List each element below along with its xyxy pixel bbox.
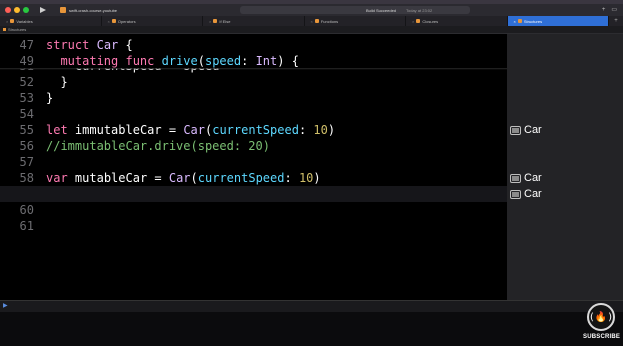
code-line[interactable]: 52 } (0, 74, 507, 90)
line-number: 47 (19, 38, 34, 52)
close-tab-icon[interactable]: × (209, 19, 211, 24)
tab-structures[interactable]: × Structures (507, 16, 609, 26)
code-line[interactable]: 55 let immutableCar = Car(currentSpeed: 1… (0, 122, 507, 138)
sidebar-toggle-icon[interactable]: ▭ (611, 6, 617, 14)
build-status: Build Succeeded (366, 7, 397, 13)
close-tab-icon[interactable]: × (6, 19, 8, 24)
jump-bar-label: Structures (8, 27, 27, 32)
tab-label: Closures (422, 18, 439, 24)
swift-file-icon (213, 19, 218, 23)
line-number: 54 (19, 107, 34, 121)
code-text: struct Car { (46, 38, 133, 52)
code-line[interactable]: 54 (0, 106, 507, 122)
run-play-icon[interactable] (40, 7, 46, 13)
tab-label: Structures (523, 18, 543, 24)
code-text: let immutableCar = Car(currentSpeed: 10) (46, 123, 336, 137)
close-window-button[interactable] (5, 7, 11, 13)
result-value[interactable]: Car (510, 122, 542, 138)
scheme-selector[interactable]: swift-crash-course-youtube (60, 6, 117, 14)
activity-viewer: Build Succeeded Today at 23:02 (240, 6, 470, 14)
line-number: 58 (19, 171, 34, 185)
line-number: 60 (19, 203, 34, 217)
line-number: 49 (19, 54, 34, 68)
close-tab-icon[interactable]: × (412, 19, 414, 24)
window-controls (5, 7, 29, 13)
playground-file-icon (3, 28, 6, 31)
swift-file-icon (10, 19, 15, 23)
code-text: mutating func drive(speed: Int) { (60, 54, 299, 68)
freecodecamp-logo-icon: (🔥) (587, 303, 615, 331)
code-line[interactable]: 61 (0, 218, 507, 234)
close-tab-icon[interactable]: × (108, 19, 110, 24)
close-tab-icon[interactable]: × (311, 19, 313, 24)
line-number: 53 (19, 91, 34, 105)
xcode-toolbar: swift-crash-course-youtube Build Succeed… (0, 4, 623, 16)
sticky-header-shadow (0, 68, 507, 70)
jump-bar[interactable]: Structures (0, 26, 623, 34)
quick-look-icon[interactable] (510, 189, 521, 199)
quick-look-icon[interactable] (510, 173, 521, 183)
debug-bar: ▶ (0, 300, 623, 312)
swift-icon (60, 7, 66, 13)
tab-variables[interactable]: × Variables (0, 16, 102, 26)
subscribe-label: SUBSCRIBE (583, 334, 621, 340)
results-sidebar (507, 34, 623, 300)
tab-closures[interactable]: × Closures (406, 16, 508, 26)
line-number: 57 (19, 155, 34, 169)
toolbar-right-controls: + ▭ (602, 6, 617, 14)
line-number: 55 (19, 123, 34, 137)
freecodecamp-subscribe-badge[interactable]: (🔥) SUBSCRIBE (583, 303, 621, 343)
result-value[interactable]: Car (510, 186, 542, 202)
minimize-window-button[interactable] (14, 7, 20, 13)
code-text: } (46, 91, 54, 105)
code-editor[interactable]: 51 currentSpeed = speed52 }53}5455let im… (0, 34, 507, 300)
result-text: Car (524, 188, 542, 200)
code-text: } (46, 75, 68, 89)
close-tab-icon[interactable]: × (514, 19, 516, 24)
current-line-highlight (0, 186, 507, 202)
sticky-code-line[interactable]: 47 struct Car { (0, 37, 507, 53)
result-text: Car (524, 124, 542, 136)
swift-file-icon (416, 19, 421, 23)
code-line[interactable]: 53} (0, 90, 507, 106)
swift-file-icon (517, 19, 522, 23)
sticky-code-line[interactable]: 49 mutating func drive(speed: Int) { (0, 53, 507, 69)
tab-label: Operators (117, 18, 136, 24)
tab-label: Functions (320, 18, 339, 24)
editor-tab-bar: × Variables × Operators × If Else × Functions × C… (0, 16, 623, 26)
line-number: 52 (19, 75, 34, 89)
scheme-label: swift-crash-course-youtube (69, 7, 118, 13)
quick-look-icon[interactable] (510, 125, 521, 135)
sticky-scope-header: 47 struct Car {49 mutating func drive(spe… (0, 34, 507, 68)
plus-icon[interactable]: + (602, 6, 606, 14)
tab-operators[interactable]: × Operators (102, 16, 203, 26)
tab-label: Variables (16, 18, 33, 24)
swift-file-icon (314, 19, 319, 23)
add-tab-icon[interactable]: + (609, 16, 623, 26)
zoom-window-button[interactable] (23, 7, 29, 13)
code-line[interactable]: 58 var mutableCar = Car(currentSpeed: 10) (0, 170, 507, 186)
code-text: var mutableCar = Car(currentSpeed: 10) (46, 171, 321, 185)
tab-if-else[interactable]: × If Else (203, 16, 305, 26)
code-line[interactable]: 60 (0, 202, 507, 218)
console-area (0, 312, 623, 346)
line-number: 61 (19, 219, 34, 233)
tab-label: If Else (219, 18, 231, 24)
tab-functions[interactable]: × Functions (305, 16, 406, 26)
result-value[interactable]: Car (510, 170, 542, 186)
run-playground-icon[interactable]: ▶ (3, 302, 8, 309)
code-line[interactable]: 56 //immutableCar.drive(speed: 20) (0, 138, 507, 154)
code-text: //immutableCar.drive(speed: 20) (46, 139, 270, 153)
swift-file-icon (111, 19, 116, 23)
code-line[interactable]: 57 (0, 154, 507, 170)
result-text: Car (524, 172, 542, 184)
line-number: 56 (19, 139, 34, 153)
build-time: Today at 23:02 (406, 7, 433, 13)
